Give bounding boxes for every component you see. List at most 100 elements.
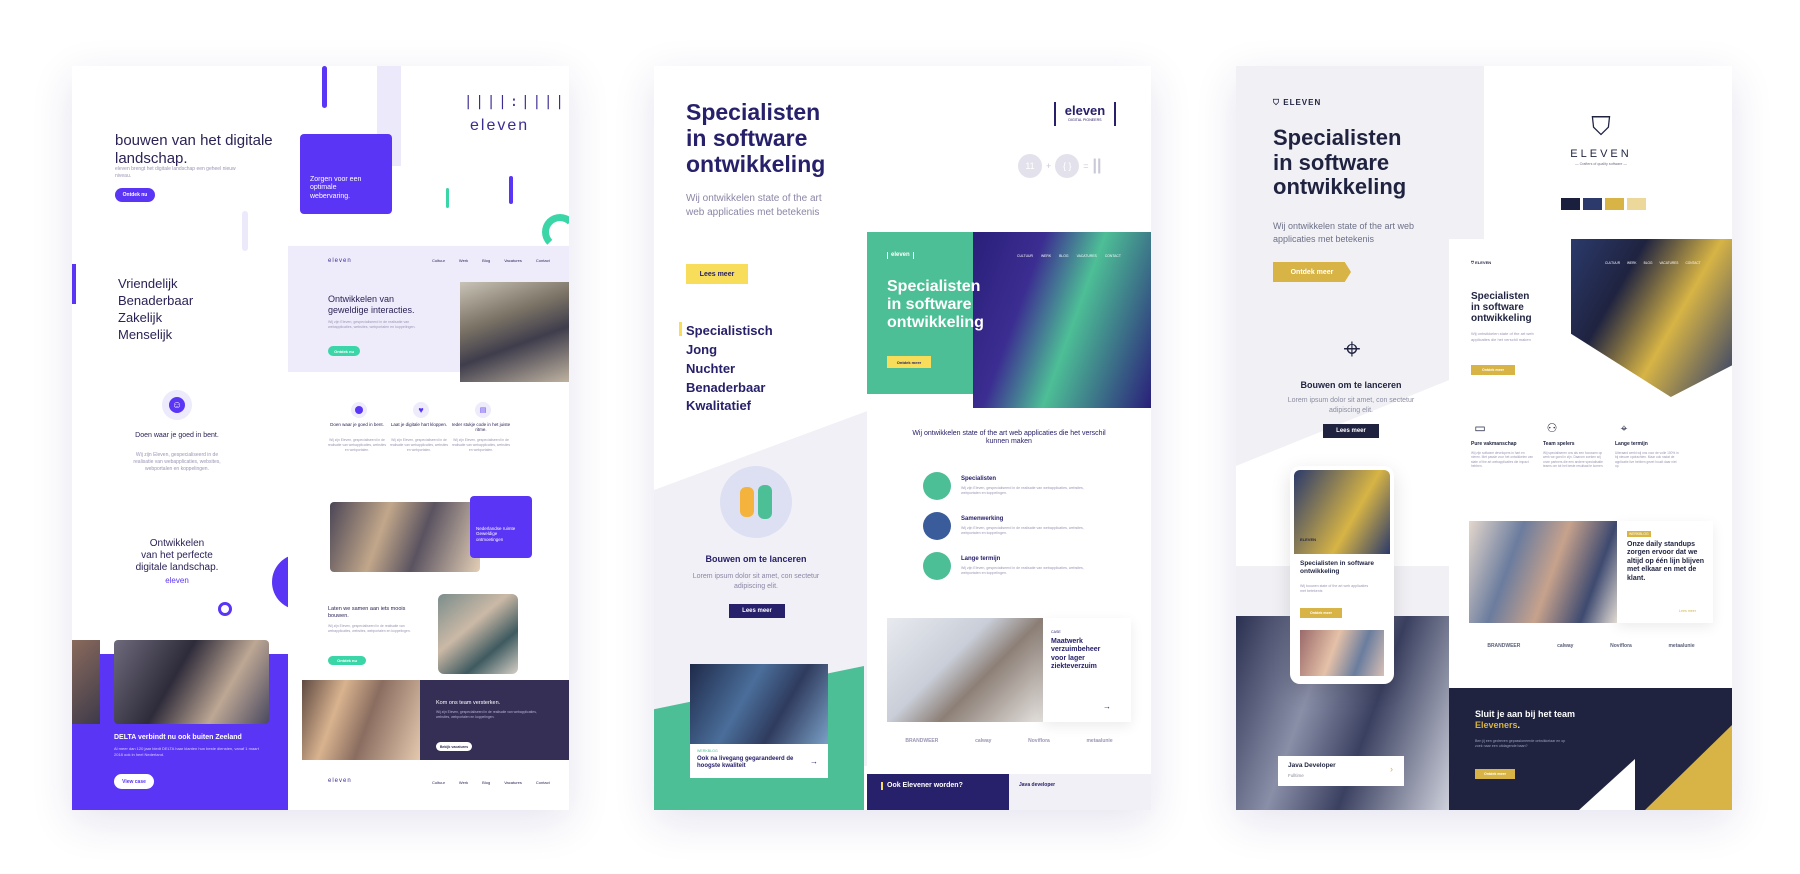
site-footer-logo[interactable]: eleven [328,778,352,785]
nav-item[interactable]: Vacatures [504,258,522,263]
site-feature-text: Wij zijn Eleven, gespecialiseerd in de r… [961,566,1084,576]
nav-item[interactable]: Blog [482,258,490,263]
news-tag: WERKBLOG [697,749,718,753]
site-feature-title: Samenwerking [961,516,1004,522]
join-title: Sluit je aan bij het team Eleveners. [1475,709,1605,731]
site-team-title: Kom ons team versterken. [436,700,501,706]
launch-title: Bouwen om te lanceren [1300,380,1402,390]
client-logo: Noviflora [1028,738,1050,744]
hero-button[interactable]: Lees meer [686,264,748,284]
site-footer-nav: Cultuur Werk Blog Vacatures Contact [432,780,550,785]
nav-item[interactable]: Contact [536,780,550,785]
standup-photo [1469,521,1617,623]
value-item: Menselijk [118,326,173,342]
site-hero-photo [460,282,569,382]
client-logo: BRANDWEER [1487,643,1521,649]
site-logo[interactable]: ⛉ ELEVEN [1471,260,1492,266]
site-hero-button[interactable]: Ontdek nu [328,346,360,356]
logo-text: ELEVEN [1283,98,1322,107]
board-gold-concept: ⛉ ELEVEN Specialisten in software ontwik… [1236,66,1732,810]
delta-button[interactable]: View case [114,774,154,789]
nav-item[interactable]: Werk [459,780,468,785]
nav-item[interactable]: Werk [459,258,468,263]
client-logos: BRANDWEER calway Noviflora metaalunie [1469,643,1713,649]
deco-bar [322,66,327,108]
quote-tag: WERKBLOG [1627,531,1651,538]
site-hero-title: Ontwikkelen van geweldige interacties. [328,294,415,315]
route-icon: ⌖ [1620,420,1628,435]
nav-item[interactable]: Cultuur [432,258,445,263]
nav-item[interactable]: BLOG [1644,261,1653,265]
site-logo[interactable]: eleven [887,252,914,260]
site-team-button[interactable]: Bekijk vacatures [436,742,472,751]
hero-button[interactable]: Ontdek nu [115,188,155,202]
hero-button[interactable]: Ontdek meer [1273,262,1351,282]
hero-title-line: in software [1273,149,1390,175]
site-logo-text: ELEVEN [1475,260,1492,265]
launch-title: Bouwen om te lanceren [705,554,807,564]
site-hero-button[interactable]: Ontdek meer [1471,365,1515,375]
nav-item[interactable]: CULTUUR [1017,254,1033,258]
nav-item[interactable]: VACATURES [1077,254,1097,258]
join-button[interactable]: Ontdek meer [1475,769,1515,779]
join-title-dot: . [1517,719,1521,730]
quote-card[interactable]: WERKBLOG Onze daily standups zorgen ervo… [1617,521,1713,623]
case-title: Maatwerk verzuimbeheer voor lager ziekte… [1051,638,1101,671]
site-hero-button[interactable]: Ontdek meer [887,356,931,368]
perfect-title: Ontwikkelen van het perfecte digitale la… [112,538,242,586]
nav-item[interactable]: WERK [1041,254,1051,258]
site-feature-text: Wij zijn Eleven, gespecialiseerd in de r… [451,438,511,452]
site-nav: Cultuur Werk Blog Vacatures Contact [432,258,550,263]
client-logo: BRANDWEER [905,738,939,744]
join-block: Ook Elevener worden? [867,774,1009,810]
phone-button[interactable]: Ontdek meer [1300,608,1342,618]
case-card[interactable]: CASE Maatwerk verzuimbeheer voor lager z… [1043,618,1131,722]
arrow-right-icon: → [810,757,818,766]
logo-bars: ||||:|||| [464,94,567,110]
deco-bar [72,264,76,304]
equation-result: || [1092,157,1102,174]
logo[interactable]: eleven [1056,103,1114,119]
case-photo [72,640,100,724]
perfect-line: digitale landschap. [135,562,219,573]
nav-item[interactable]: WERK [1627,261,1637,265]
nav-item[interactable]: VACATURES [1659,261,1678,265]
nav-item[interactable]: Blog [482,780,490,785]
news-card[interactable]: WERKBLOG Ook na livegang gegarandeerd de… [690,744,828,778]
chevron-right-icon: › [1390,764,1393,774]
nav-item[interactable]: Vacatures [504,780,522,785]
site-build-photo [438,594,518,674]
site-team-photo [302,680,420,760]
nav-item[interactable]: Cultuur [432,780,445,785]
site-build-button[interactable]: Ontdek nu [328,656,366,665]
logo-sub: DIGITAL PIONEERS [1068,118,1102,122]
arrow-right-icon: → [1103,702,1111,711]
nav-item[interactable]: Contact [536,258,550,263]
job-title[interactable]: Java developer [1019,782,1055,788]
launch-button[interactable]: Lees meer [729,604,785,618]
hero-title-line: Specialisten [1273,125,1402,150]
launch-button[interactable]: Lees meer [1323,424,1379,438]
logo[interactable]: eleven [470,116,529,135]
job-card[interactable]: Java Developer Fulltime › [1278,756,1404,786]
client-logo: Noviflora [1610,643,1632,649]
case-photo [887,618,1043,722]
site-feature-text: Wij zijn software developers in hart en … [1471,451,1534,469]
site-mockup: eleven CULTUUR WERK BLOG VACATURES CONTA… [867,232,1151,810]
launch-text: Lorem ipsum dolor sit amet, con sectetur… [692,573,820,590]
nav-item[interactable]: CONTACT [1685,261,1700,265]
logo[interactable]: ⛉ ELEVEN [1273,98,1321,108]
trait-item: Benaderbaar [686,379,766,395]
board-purple-concept: ||||:|||| eleven bouwen van het digitale… [72,66,569,810]
long-term-icon [923,552,951,580]
nav-item[interactable]: BLOG [1059,254,1068,258]
site-logo[interactable]: eleven [328,258,352,265]
quote-link[interactable]: Lees meer [1679,609,1696,613]
hero-title: bouwen van het digitale landschap. [115,132,273,167]
client-logo: metaalunie [1086,738,1113,744]
nav-item[interactable]: CONTACT [1105,254,1121,258]
nav-item[interactable]: CULTUUR [1605,261,1620,265]
site-feature-title: Lange termijn [1615,441,1648,447]
phone-text: Wij bouwen state of the art web applicat… [1300,584,1369,594]
site-feature-text: Wij zijn Eleven, gespecialiseerd in de r… [961,486,1084,496]
